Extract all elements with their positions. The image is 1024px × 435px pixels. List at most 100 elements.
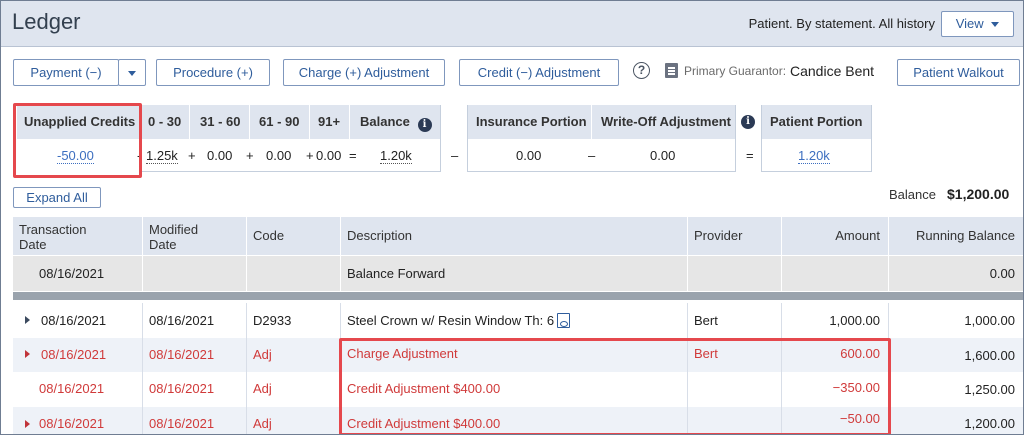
table-cell: 08/16/2021 — [142, 338, 246, 372]
patient-portion-header: Patient Portion — [761, 105, 872, 139]
aging-91-plus-header: 91+ — [309, 105, 349, 139]
aging-0-30-value[interactable]: 1.25k — [146, 141, 178, 171]
divider — [139, 171, 441, 172]
table-cell: 08/16/2021 — [13, 256, 142, 291]
column-transaction-date[interactable]: Transaction Date — [13, 217, 142, 255]
payment-button[interactable]: Payment (−) — [13, 59, 119, 86]
divider — [467, 105, 468, 172]
column-provider[interactable]: Provider — [687, 217, 781, 255]
description: Steel Crown w/ Resin Window Th: 6 — [347, 313, 571, 328]
balance-total: $1,200.00 — [947, 186, 1010, 202]
aging-61-90-header: 61 - 90 — [249, 105, 309, 139]
description-text: Steel Crown w/ Resin Window Th: 6 — [347, 313, 555, 328]
column-code[interactable]: Code — [246, 217, 340, 255]
table-cell: Steel Crown w/ Resin Window Th: 6 — [340, 303, 687, 338]
transaction-date: 08/16/2021 — [39, 416, 105, 431]
divider — [735, 105, 736, 172]
column-running-balance-label: Running Balance — [915, 228, 1015, 243]
info-icon[interactable]: i — [417, 118, 432, 132]
code: D2933 — [253, 313, 292, 328]
equals-operator: = — [746, 148, 754, 163]
writeoff-adjustment-header: Write-Off Adjustment — [591, 105, 736, 139]
table-cell: 08/16/2021 — [13, 407, 142, 434]
expand-row-icon[interactable] — [25, 316, 30, 324]
page-title: Ledger — [12, 9, 81, 34]
ledger-table-header: Transaction Date Modified Date Code Desc… — [13, 217, 1023, 255]
patient-portion-value[interactable]: 1.20k — [798, 141, 830, 171]
balance-forward-running: 0.00 — [989, 266, 1015, 281]
amount: 1,000.00 — [829, 313, 880, 328]
view-dropdown-button[interactable]: View — [941, 11, 1014, 37]
expand-all-button[interactable]: Expand All — [13, 187, 101, 208]
procedure-button-label: Procedure (+) — [173, 65, 253, 80]
column-amount-label: Amount — [835, 228, 880, 243]
code: Adj — [253, 416, 272, 431]
code: Adj — [253, 381, 272, 396]
equals-operator: = — [349, 148, 357, 163]
charge-adjustment-button[interactable]: Charge (+) Adjustment — [283, 59, 445, 86]
running-balance: 1,000.00 — [964, 313, 1015, 328]
credit-adjustment-button[interactable]: Credit (−) Adjustment — [459, 59, 619, 86]
modified-date: 08/16/2021 — [149, 347, 215, 362]
table-cell: 08/16/2021 — [142, 407, 246, 434]
column-transaction-date-label-2: Date — [19, 237, 47, 252]
aging-0-30-amount: 1.25k — [146, 148, 178, 164]
transaction-date: 08/16/2021 — [41, 347, 107, 362]
table-cell: Balance Forward — [340, 256, 687, 291]
balance-value[interactable]: 1.20k — [380, 141, 412, 171]
modified-date: 08/16/2021 — [149, 381, 215, 396]
writeoff-adjustment-value: 0.00 — [650, 148, 676, 163]
minus-operator: – — [588, 148, 596, 163]
minus-operator: – — [451, 148, 459, 163]
table-cell — [142, 256, 246, 291]
chevron-down-icon — [991, 22, 1000, 28]
table-cell: 1,000.00 — [781, 303, 888, 338]
divider — [871, 105, 872, 172]
payment-dropdown-button[interactable] — [118, 59, 146, 86]
balance-header-label: Balance — [360, 114, 410, 129]
table-cell — [687, 256, 781, 291]
info-icon[interactable]: i — [741, 115, 755, 129]
table-row[interactable]: 08/16/2021 08/16/2021 D2933 Steel Crown … — [13, 303, 1023, 338]
table-cell: Adj — [246, 407, 340, 434]
table-cell: 08/16/2021 — [142, 372, 246, 407]
table-cell: 08/16/2021 — [142, 303, 246, 338]
procedure-button[interactable]: Procedure (+) — [156, 59, 270, 86]
plus-operator: + — [306, 148, 314, 163]
view-button-label: View — [955, 16, 984, 31]
table-cell: 08/16/2021 — [13, 338, 142, 372]
running-balance: 1,600.00 — [964, 348, 1015, 363]
aging-91-plus-value: 0.00 — [316, 148, 342, 163]
column-amount[interactable]: Amount — [781, 217, 888, 255]
filter-summary: Patient. By statement. All history — [748, 16, 935, 31]
document-icon — [665, 63, 678, 78]
column-running-balance[interactable]: Running Balance — [888, 217, 1023, 255]
transaction-date: 08/16/2021 — [41, 313, 107, 328]
patient-walkout-button[interactable]: Patient Walkout — [897, 59, 1020, 86]
divider — [467, 171, 736, 172]
running-balance: 1,250.00 — [964, 382, 1015, 397]
title-bar: Ledger Patient. By statement. All histor… — [1, 1, 1023, 47]
expand-row-icon[interactable] — [25, 420, 30, 428]
expand-row-icon[interactable] — [25, 350, 30, 358]
running-balance: 1,200.00 — [964, 416, 1015, 431]
column-modified-date[interactable]: Modified Date — [142, 217, 246, 255]
column-modified-date-label-2: Date — [149, 237, 177, 252]
table-cell: 1,250.00 — [888, 372, 1023, 407]
balance-header: Balance i — [349, 105, 441, 139]
table-cell — [246, 256, 340, 291]
column-code-label: Code — [253, 228, 285, 243]
primary-guarantor-label: Primary Guarantor: — [684, 64, 787, 78]
help-icon[interactable]: ? — [633, 62, 650, 79]
divider — [761, 171, 872, 172]
column-transaction-date-label: Transaction — [19, 222, 87, 237]
attachment-icon[interactable] — [557, 313, 571, 328]
aging-0-30-header: 0 - 30 — [139, 105, 189, 139]
table-cell: 1,600.00 — [888, 338, 1023, 372]
balance-forward-row: 08/16/2021 Balance Forward 0.00 — [13, 256, 1023, 291]
balance-amount: 1.20k — [380, 148, 412, 164]
section-divider — [13, 292, 1023, 300]
aging-61-90-value: 0.00 — [266, 148, 292, 163]
transaction-date: 08/16/2021 — [39, 381, 105, 396]
column-description[interactable]: Description — [340, 217, 687, 255]
